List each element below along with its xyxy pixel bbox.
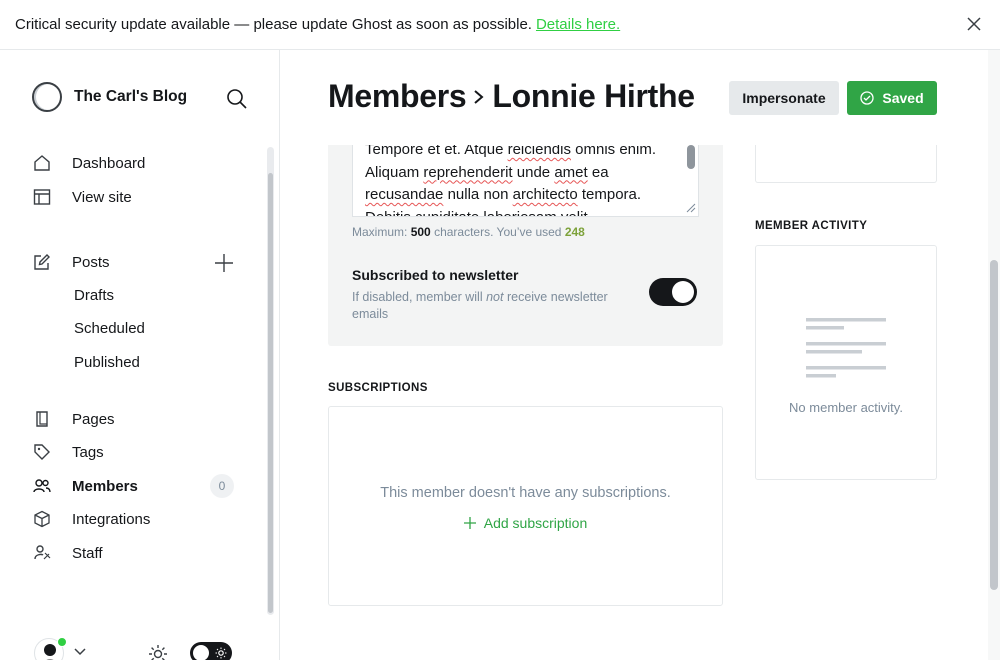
main-scrollbar-thumb[interactable] [990,260,998,590]
sidebar-item-label: Members [72,477,138,495]
add-post-icon[interactable] [213,252,235,274]
sidebar-subitem-scheduled[interactable]: Scheduled [74,320,145,337]
activity-empty: No member activity. [789,400,903,415]
sidebar-item-label: View site [72,188,132,206]
sidebar-item-tags[interactable]: Tags [32,438,242,466]
resize-handle-icon[interactable] [684,201,696,213]
layout-icon [32,187,52,207]
subscriptions-box: This member doesn't have any subscriptio… [328,406,723,606]
newsletter-toggle-knob [672,281,694,303]
pages-icon [32,409,52,429]
search-icon[interactable] [226,88,248,110]
sidebar-item-dashboard[interactable]: Dashboard [32,149,242,177]
breadcrumb-members[interactable]: Members [328,78,467,115]
sidebar-subitem-drafts[interactable]: Drafts [74,287,114,304]
tag-icon [32,442,52,462]
sidebar-item-posts[interactable]: Posts [32,248,242,276]
impersonate-button[interactable]: Impersonate [729,81,839,115]
saved-button[interactable]: Saved [847,81,937,115]
sidebar-item-integrations[interactable]: Integrations [32,505,242,533]
chevron-right-icon [474,89,484,104]
member-side-box [755,145,937,183]
gear-icon[interactable] [147,643,169,660]
check-circle-icon [860,91,875,105]
security-banner: Critical security update available — ple… [0,0,1000,50]
newsletter-toggle[interactable] [649,278,697,306]
integrations-icon [32,509,52,529]
note-char-count: Maximum: 500 characters. You’ve used 248 [352,225,585,239]
main-content: Members Lonnie Hirthe Impersonate Saved … [281,50,1000,660]
add-subscription-button[interactable]: Add subscription [329,515,722,531]
close-icon[interactable] [966,16,982,32]
sidebar-subitem-published[interactable]: Published [74,354,140,371]
sidebar-item-pages[interactable]: Pages [32,405,242,433]
add-subscription-label: Add subscription [483,515,588,531]
banner-details-link[interactable]: Details here. [536,16,620,33]
subscriptions-empty: This member doesn't have any subscriptio… [380,485,671,501]
member-activity-heading: MEMBER ACTIVITY [755,220,868,232]
sidebar-scrollbar-thumb[interactable] [268,173,273,613]
saved-label: Saved [882,90,924,106]
page-title: Members Lonnie Hirthe [328,78,695,115]
sidebar-item-members[interactable]: Members 0 [32,472,242,500]
sidebar-item-label: Staff [72,544,103,562]
newsletter-label: Subscribed to newsletter [352,267,519,283]
staff-icon [32,543,52,563]
banner-message: Critical security update available — ple… [15,16,532,33]
brand[interactable]: The Carl's Blog [32,82,187,112]
members-icon [32,476,52,496]
plus-icon [463,517,476,529]
sidebar-item-label: Integrations [72,510,151,528]
member-name: Lonnie Hirthe [492,78,695,114]
sidebar: The Carl's Blog Dashboard View site Post… [0,50,280,660]
sidebar-scrollbar[interactable] [267,147,274,615]
textarea-scrollbar[interactable] [687,145,695,169]
chevron-down-icon[interactable] [74,648,86,656]
sidebar-item-label: Tags [72,443,104,461]
subscriptions-heading: SUBSCRIPTIONS [328,382,428,394]
brand-logo [32,82,62,112]
member-details-panel: Tempore et et. Atque reiciendis omnis en… [328,145,723,346]
brand-name: The Carl's Blog [74,88,188,105]
newsletter-description: If disabled, member will not receive new… [352,290,608,321]
sidebar-item-view-site[interactable]: View site [32,183,242,211]
sidebar-item-label: Pages [72,410,115,428]
note-textarea[interactable]: Tempore et et. Atque reiciendis omnis en… [352,145,699,217]
online-status-dot [57,637,67,647]
activity-placeholder-icon [806,318,886,378]
theme-toggle-knob [193,645,209,660]
main-scrollbar[interactable] [988,50,1000,660]
members-count-badge: 0 [210,474,234,498]
sidebar-item-label: Posts [72,253,110,271]
sidebar-item-staff[interactable]: Staff [32,539,242,567]
home-icon [32,153,52,173]
edit-icon [32,252,52,272]
sun-icon [215,647,227,659]
theme-toggle[interactable] [190,642,232,660]
member-activity-box: No member activity. [755,245,937,480]
sidebar-item-label: Dashboard [72,154,146,172]
